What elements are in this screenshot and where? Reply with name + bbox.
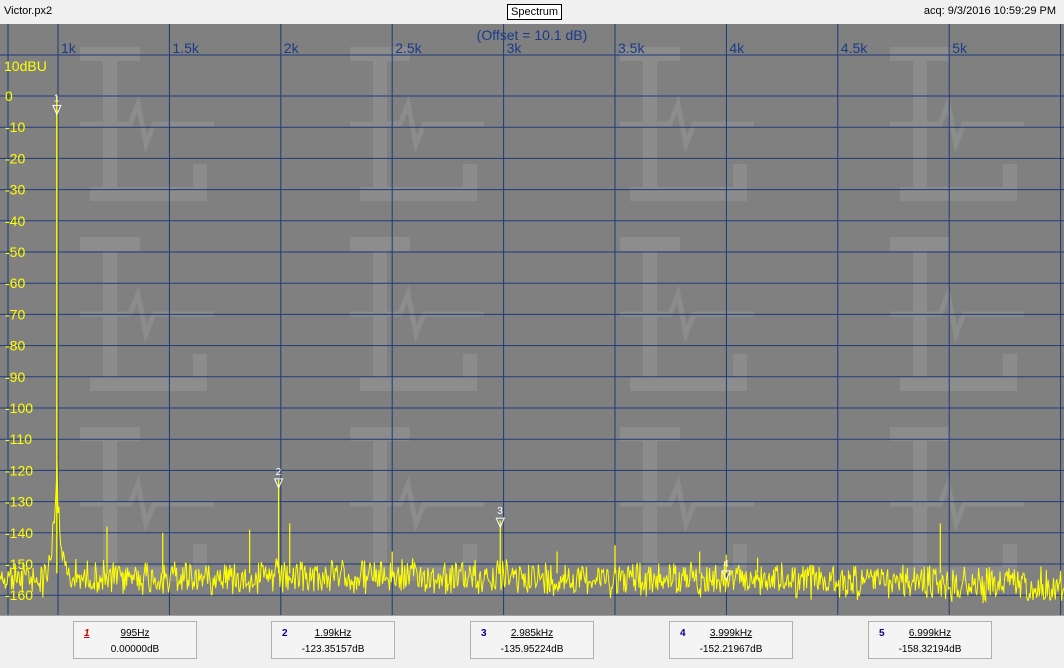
x-tick-label: 5k xyxy=(952,40,968,56)
y-tick-label: -70 xyxy=(5,306,25,322)
plot-background xyxy=(0,24,1064,615)
x-tick-label: 1.5k xyxy=(172,40,199,56)
x-tick-label: 4k xyxy=(729,40,745,56)
title-bar: Victor.px2 Spectrum acq: 9/3/2016 10:59:… xyxy=(0,0,1064,25)
y-tick-label: -100 xyxy=(5,400,33,416)
offset-label: (Offset = 10.1 dB) xyxy=(477,27,588,43)
x-tick-label: 4.5k xyxy=(841,40,868,56)
y-tick-label: 0 xyxy=(5,88,13,104)
y-tick-label: -10 xyxy=(5,119,25,135)
marker-readout-2[interactable]: 1.99kHz -123.35157dB 2 xyxy=(271,621,395,659)
marker-readout-index: 4 xyxy=(680,628,686,639)
y-tick-label: -40 xyxy=(5,213,25,229)
x-tick-label: 1k xyxy=(61,40,77,56)
marker-readout-level: 0.00000dB xyxy=(74,644,196,655)
marker-readout-bar: 995Hz 0.00000dB 1 1.99kHz -123.35157dB 2 2.985… xyxy=(0,615,1064,668)
marker-readout-index: 1 xyxy=(84,628,90,639)
marker-readout-4[interactable]: 3.999kHz -152.21967dB 4 xyxy=(669,621,793,659)
file-name: Victor.px2 xyxy=(4,5,52,17)
marker-readout-index: 5 xyxy=(879,628,885,639)
spectrum-plot[interactable]: 1k1.5k2k2.5k3k3.5k4k4.5k5k5.5k6k6.5k7k7.… xyxy=(0,24,1064,615)
y-tick-label: -120 xyxy=(5,462,33,478)
marker-readout-index: 2 xyxy=(282,628,288,639)
marker-readout-frequency: 1.99kHz xyxy=(272,628,394,639)
marker-readout-1[interactable]: 995Hz 0.00000dB 1 xyxy=(73,621,197,659)
y-tick-label: -130 xyxy=(5,494,33,510)
y-unit-label: 10dBU xyxy=(4,58,47,74)
marker-readout-index: 3 xyxy=(481,628,487,639)
marker-readout-level: -152.21967dB xyxy=(670,644,792,655)
spectrum-mode-button[interactable]: Spectrum xyxy=(507,4,562,20)
marker-readout-level: -135.95224dB xyxy=(471,644,593,655)
marker-readout-level: -158.32194dB xyxy=(869,644,991,655)
marker-readout-frequency: 2.985kHz xyxy=(471,628,593,639)
marker-number: 2 xyxy=(276,467,282,478)
y-tick-label: -160 xyxy=(5,587,33,603)
acquisition-timestamp: acq: 9/3/2016 10:59:29 PM xyxy=(924,5,1056,17)
y-tick-label: -30 xyxy=(5,182,25,198)
marker-readout-frequency: 3.999kHz xyxy=(670,628,792,639)
marker-readout-frequency: 995Hz xyxy=(74,628,196,639)
x-tick-label: 2k xyxy=(284,40,300,56)
marker-number: 1 xyxy=(54,93,60,104)
y-tick-label: -50 xyxy=(5,244,25,260)
marker-readout-frequency: 6.999kHz xyxy=(869,628,991,639)
marker-number: 4 xyxy=(723,559,729,570)
marker-readout-3[interactable]: 2.985kHz -135.95224dB 3 xyxy=(470,621,594,659)
marker-number: 3 xyxy=(497,506,503,517)
y-tick-label: -140 xyxy=(5,525,33,541)
x-tick-label: 3.5k xyxy=(618,40,645,56)
y-tick-label: -90 xyxy=(5,369,25,385)
y-tick-label: -150 xyxy=(5,556,33,572)
y-tick-label: -110 xyxy=(5,431,32,447)
y-tick-label: -80 xyxy=(5,338,25,354)
y-tick-label: -20 xyxy=(5,150,25,166)
marker-readout-level: -123.35157dB xyxy=(272,644,394,655)
x-tick-label: 2.5k xyxy=(395,40,422,56)
marker-readout-5[interactable]: 6.999kHz -158.32194dB 5 xyxy=(868,621,992,659)
y-tick-label: -60 xyxy=(5,275,25,291)
